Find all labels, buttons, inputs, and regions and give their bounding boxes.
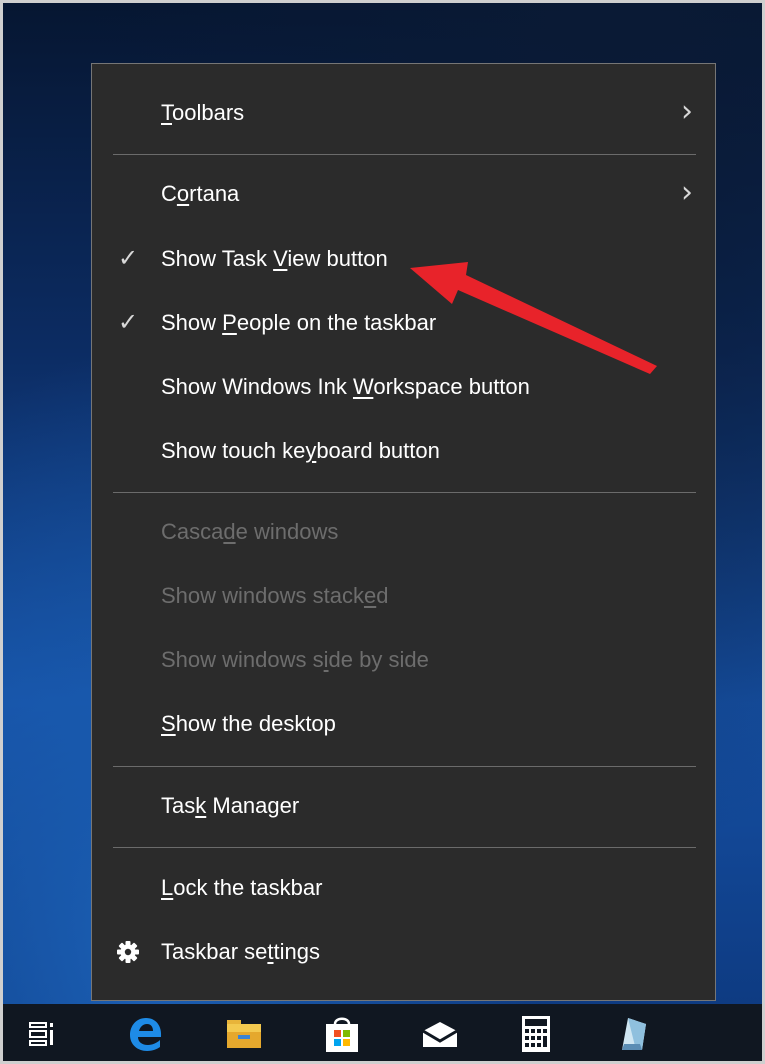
menu-item-cascade-windows: Cascade windows <box>92 503 715 561</box>
taskbar-context-menu: Toolbars › Cortana › ✓ Show Task View bu… <box>91 63 716 1001</box>
menu-item-show-touch-keyboard[interactable]: Show touch keyboard button <box>92 422 715 480</box>
checkmark-icon: ✓ <box>118 309 139 336</box>
menu-item-label: Show the desktop <box>161 711 336 736</box>
menu-separator <box>113 766 696 767</box>
menu-separator <box>113 847 696 848</box>
menu-item-label: Show touch keyboard button <box>161 438 440 463</box>
chevron-right-icon: › <box>681 94 693 129</box>
app-icon[interactable] <box>604 1004 664 1064</box>
menu-item-task-manager[interactable]: Task Manager <box>92 777 715 835</box>
menu-item-label: Show People on the taskbar <box>161 310 437 335</box>
store-icon[interactable] <box>312 1004 372 1064</box>
chevron-right-icon: › <box>681 175 693 210</box>
menu-item-label: Cortana <box>161 181 240 206</box>
calculator-icon[interactable] <box>506 1004 566 1064</box>
gear-icon <box>117 923 139 1003</box>
menu-item-show-ink-workspace[interactable]: Show Windows Ink Workspace button <box>92 358 715 416</box>
menu-item-show-desktop[interactable]: Show the desktop <box>92 695 715 753</box>
checkmark-icon: ✓ <box>118 245 139 272</box>
task-view-icon[interactable] <box>12 1004 72 1064</box>
menu-item-label: Toolbars <box>161 100 245 125</box>
menu-item-toolbars[interactable]: Toolbars › <box>92 84 715 142</box>
menu-item-label: Show Windows Ink Workspace button <box>161 374 530 399</box>
menu-item-label: Show Task View button <box>161 246 388 271</box>
menu-item-lock-taskbar[interactable]: Lock the taskbar <box>92 859 715 917</box>
menu-item-taskbar-settings[interactable]: Taskbar settings <box>92 923 715 981</box>
menu-separator <box>113 492 696 493</box>
menu-item-label: Cascade windows <box>161 519 339 544</box>
menu-item-label: Show windows stacked <box>161 583 389 608</box>
menu-item-label: Show windows side by side <box>161 647 429 672</box>
menu-separator <box>113 154 696 155</box>
edge-icon[interactable] <box>116 1004 176 1064</box>
menu-item-show-windows-side-by-side: Show windows side by side <box>92 631 715 689</box>
mail-icon[interactable] <box>410 1004 470 1064</box>
menu-item-label: Lock the taskbar <box>161 875 323 900</box>
menu-item-show-windows-stacked: Show windows stacked <box>92 567 715 625</box>
menu-item-cortana[interactable]: Cortana › <box>92 165 715 223</box>
taskbar <box>0 1004 765 1064</box>
file-explorer-icon[interactable] <box>214 1004 274 1064</box>
menu-item-show-people[interactable]: ✓ Show People on the taskbar <box>92 294 715 352</box>
menu-item-label: Task Manager <box>161 793 300 818</box>
menu-item-show-task-view-button[interactable]: ✓ Show Task View button <box>92 230 715 288</box>
menu-item-label: Taskbar settings <box>161 939 320 964</box>
